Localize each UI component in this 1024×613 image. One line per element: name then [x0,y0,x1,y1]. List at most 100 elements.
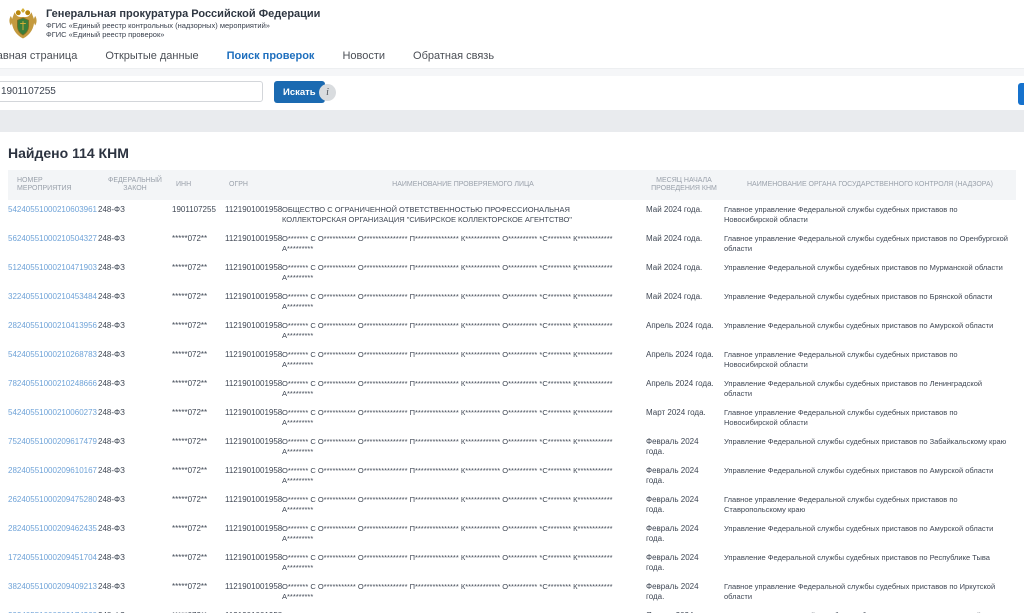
ogrn-cell: 1121901001958 [225,234,282,244]
control-organ-cell: Главное управление Федеральной службы су… [724,350,1016,369]
entity-name-cell: О******* С О*********** О***************… [282,234,644,253]
event-number-cell: 54240551000210268783 [8,350,98,360]
ogrn-cell: 1121901001958 [225,408,282,418]
inn-cell: *****072** [172,234,225,244]
prosecutor-emblem-logo [8,7,38,40]
inn-cell: *****072** [172,466,225,476]
ogrn-cell: 1121901001958 [225,379,282,389]
event-number-link[interactable]: 28240551000209462435 [8,524,97,533]
event-number-link[interactable]: 38240551000209409213 [8,582,97,591]
event-number-link[interactable]: 51240551000210471903 [8,263,97,272]
event-number-link[interactable]: 28240551000210413956 [8,321,97,330]
control-organ-cell: Управление Федеральной службы судебных п… [724,437,1016,447]
control-organ-cell: Управление Федеральной службы судебных п… [724,466,1016,476]
column-header-inn: ИНН [172,178,225,193]
event-number-cell: 54240551000210060273 [8,408,98,418]
federal-law-cell: 248-ФЗ [98,379,172,389]
site-header: Генеральная прокуратура Российской Федер… [0,0,1024,46]
entity-name-cell: О******* С О*********** О***************… [282,437,644,456]
start-month-cell: Апрель 2024 года. [644,379,724,389]
column-header-inspected-entity: НАИМЕНОВАНИЕ ПРОВЕРЯЕМОГО ЛИЦА [282,178,644,193]
results-table: НОМЕР МЕРОПРИЯТИЯ ФЕДЕРАЛЬНЫЙ ЗАКОН ИНН … [0,170,1024,613]
nav-item-open-data[interactable]: Открытые данные [105,50,198,62]
federal-law-cell: 248-ФЗ [98,553,172,563]
event-number-link[interactable]: 56240551000210504327 [8,234,97,243]
control-organ-cell: Управление Федеральной службы судебных п… [724,553,1016,563]
info-icon[interactable]: i [319,84,336,101]
start-month-cell: Февраль 2024 года. [644,466,724,485]
search-button[interactable]: Искать [274,81,325,103]
event-number-cell: 32240551000210453484 [8,292,98,302]
control-organ-cell: Главное управление Федеральной службы су… [724,205,1016,224]
search-input[interactable] [0,81,263,102]
start-month-cell: Май 2024 года. [644,292,724,302]
event-number-cell: 75240551000209617479 [8,437,98,447]
federal-law-cell: 248-ФЗ [98,263,172,273]
entity-name-cell: О******* С О*********** О***************… [282,379,644,398]
column-header-ogrn: ОГРН [225,178,282,193]
table-row: 54240551000210268783 248-ФЗ *****072** 1… [8,345,1016,374]
start-month-cell: Март 2024 года. [644,408,724,418]
table-row: 26240551000209475280 248-ФЗ *****072** 1… [8,490,1016,519]
event-number-link[interactable]: 78240551000210248666 [8,379,97,388]
search-bar: Искать i [0,76,1024,110]
entity-name-cell: О******* С О*********** О***************… [282,408,644,427]
event-number-link[interactable]: 75240551000209617479 [8,437,97,446]
event-number-cell: 28240551000210413956 [8,321,98,331]
nav-item-search-checks[interactable]: Поиск проверок [227,50,315,62]
nav-item-news[interactable]: Новости [342,50,385,62]
column-header-federal-law: ФЕДЕРАЛЬНЫЙ ЗАКОН [98,174,172,197]
control-organ-cell: Управление Федеральной службы судебных п… [724,263,1016,273]
start-month-cell: Апрель 2024 года. [644,350,724,360]
entity-name-cell: О******* С О*********** О***************… [282,495,644,514]
event-number-cell: 78240551000210248666 [8,379,98,389]
inn-cell: 1901107255 [172,205,225,215]
entity-name-cell: О******* С О*********** О***************… [282,292,644,311]
event-number-link[interactable]: 54240551000210603961 [8,205,97,214]
federal-law-cell: 248-ФЗ [98,205,172,215]
federal-law-cell: 248-ФЗ [98,466,172,476]
entity-name-cell: О******* С О*********** О***************… [282,466,644,485]
federal-law-cell: 248-ФЗ [98,350,172,360]
start-month-cell: Февраль 2024 года. [644,495,724,514]
entity-name-cell: ОБЩЕСТВО С ОГРАНИЧЕННОЙ ОТВЕТСТВЕННОСТЬЮ… [282,205,644,224]
federal-law-cell: 248-ФЗ [98,321,172,331]
ogrn-cell: 1121901001958 [225,466,282,476]
table-row: 28240551000210413956 248-ФЗ *****072** 1… [8,316,1016,345]
column-header-event-number: НОМЕР МЕРОПРИЯТИЯ [8,174,98,197]
column-header-start-month: МЕСЯЦ НАЧАЛА ПРОВЕДЕНИЯ КНМ [644,174,724,197]
table-row: 78240551000210248666 248-ФЗ *****072** 1… [8,374,1016,403]
event-number-cell: 17240551000209451704 [8,553,98,563]
inn-cell: *****072** [172,350,225,360]
right-edge-cut-button[interactable] [1018,83,1024,105]
fgis-registry-line2: ФГИС «Единый реестр проверок» [46,30,320,39]
inn-cell: *****072** [172,379,225,389]
site-title-block: Генеральная прокуратура Российской Федер… [46,8,320,39]
table-row: 32240551000210453484 248-ФЗ *****072** 1… [8,287,1016,316]
entity-name-cell: О******* С О*********** О***************… [282,350,644,369]
event-number-link[interactable]: 26240551000209475280 [8,495,97,504]
table-row: 51240551000210471903 248-ФЗ *****072** 1… [8,258,1016,287]
ogrn-cell: 1121901001958 [225,205,282,215]
table-row: 17240551000209451704 248-ФЗ *****072** 1… [8,548,1016,577]
table-header-row: НОМЕР МЕРОПРИЯТИЯ ФЕДЕРАЛЬНЫЙ ЗАКОН ИНН … [8,170,1016,200]
entity-name-cell: О******* С О*********** О***************… [282,263,644,282]
nav-item-home[interactable]: Главная страница [0,50,77,62]
event-number-link[interactable]: 17240551000209451704 [8,553,97,562]
ogrn-cell: 1121901001958 [225,495,282,505]
control-organ-cell: Управление Федеральной службы судебных п… [724,524,1016,534]
event-number-cell: 54240551000210603961 [8,205,98,215]
start-month-cell: Февраль 2024 года. [644,553,724,572]
start-month-cell: Апрель 2024 года. [644,321,724,331]
entity-name-cell: О******* С О*********** О***************… [282,524,644,543]
results-count-heading: Найдено 114 КНМ [0,132,1024,170]
event-number-link[interactable]: 54240551000210268783 [8,350,97,359]
nav-item-feedback[interactable]: Обратная связь [413,50,494,62]
table-row: 28240551000209610167 248-ФЗ *****072** 1… [8,461,1016,490]
event-number-link[interactable]: 28240551000209610167 [8,466,97,475]
event-number-link[interactable]: 54240551000210060273 [8,408,97,417]
nav-divider-strip [0,68,1024,76]
entity-name-cell: О******* С О*********** О***************… [282,321,644,340]
event-number-link[interactable]: 32240551000210453484 [8,292,97,301]
table-row: 38240551000209409213 248-ФЗ *****072** 1… [8,577,1016,606]
